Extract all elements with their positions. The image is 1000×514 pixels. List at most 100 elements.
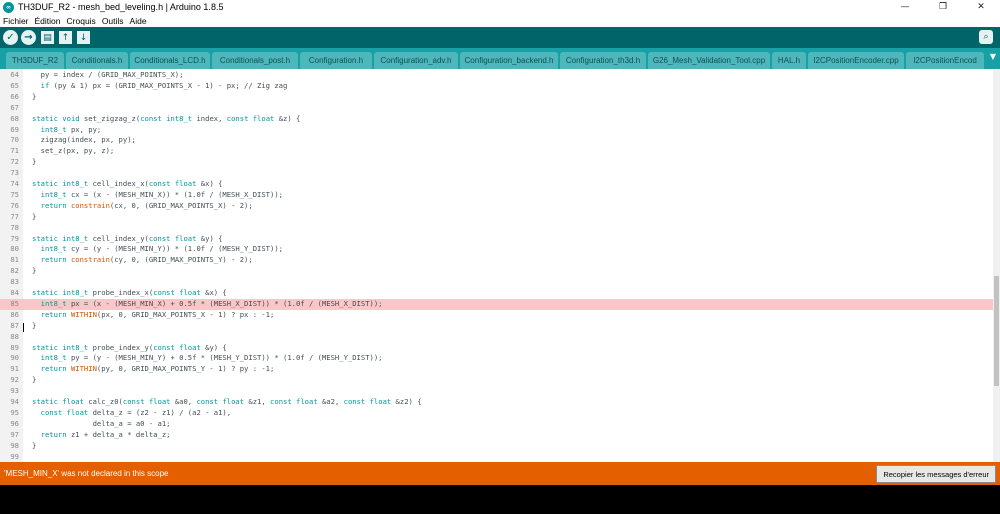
code-line[interactable]: 66} bbox=[0, 92, 993, 103]
line-number: 98 bbox=[10, 440, 19, 450]
serial-monitor-icon[interactable]: ⌕ bbox=[979, 30, 993, 44]
tab-configuration-adv-h[interactable]: Configuration_adv.h bbox=[374, 52, 458, 69]
title-bar: ∞ TH3DUF_R2 - mesh_bed_leveling.h | Ardu… bbox=[0, 0, 1000, 14]
tab-th3duf-r2[interactable]: TH3DUF_R2 bbox=[6, 52, 64, 69]
line-number: 95 bbox=[10, 407, 19, 417]
line-number: 94 bbox=[10, 397, 19, 406]
code-line[interactable]: 84 static int8_t probe_index_x(const floa… bbox=[0, 288, 993, 299]
line-number: 68 bbox=[10, 113, 19, 123]
code-line[interactable]: 69 int8_t px, py; bbox=[0, 125, 993, 136]
code-line[interactable]: 87} bbox=[0, 321, 993, 332]
code-line[interactable]: 71 set_z(px, py, z); bbox=[0, 146, 993, 157]
line-number: 93 bbox=[10, 386, 19, 396]
scrollbar-thumb[interactable] bbox=[994, 276, 999, 386]
code-line[interactable]: 65 if (py & 1) px = (GRID_MAX_POINTS_X -… bbox=[0, 81, 993, 92]
code-line[interactable]: 99 bbox=[0, 452, 993, 463]
tab-configuration-backend-h[interactable]: Configuration_backend.h bbox=[460, 52, 558, 69]
copy-error-messages-button[interactable]: Recopier les messages d'erreur bbox=[876, 465, 996, 483]
menu-outils[interactable]: Outils bbox=[99, 16, 127, 26]
menu-fichier[interactable]: Fichier bbox=[0, 16, 32, 26]
code-line[interactable]: 85 int8_t px = (x - (MESH_MIN_X) + 0.5f … bbox=[0, 298, 993, 310]
line-number: 69 bbox=[10, 124, 19, 134]
code-line[interactable]: 64 py = index / (GRID_MAX_POINTS_X); bbox=[0, 70, 993, 81]
line-number: 72 bbox=[10, 157, 19, 167]
code-line[interactable]: 88 bbox=[0, 332, 993, 343]
line-number: 78 bbox=[10, 222, 19, 232]
code-line[interactable]: 95 const float delta_z = (z2 - z1) / (a2… bbox=[0, 408, 993, 419]
code-line[interactable]: 81 return constrain(cy, 0, (GRID_MAX_POI… bbox=[0, 255, 993, 266]
line-number: 71 bbox=[10, 146, 19, 156]
code-line[interactable]: 89 static int8_t probe_index_y(const floa… bbox=[0, 343, 993, 354]
code-text: return constrain(cy, 0, (GRID_MAX_POINTS… bbox=[40, 255, 253, 265]
window-title: TH3DUF_R2 - mesh_bed_leveling.h | Arduin… bbox=[18, 2, 224, 12]
code-line[interactable]: 67 bbox=[0, 103, 993, 114]
upload-arrow-icon[interactable]: → bbox=[21, 30, 36, 45]
code-line[interactable]: 80 int8_t cy = (y - (MESH_MIN_Y)) * (1.0… bbox=[0, 244, 993, 255]
minimize-icon[interactable]: — bbox=[886, 0, 924, 14]
verify-check-icon[interactable]: ✓ bbox=[3, 30, 18, 45]
code-line[interactable]: 94 static float calc_z0(const float &a0, … bbox=[0, 397, 993, 408]
tab-menu-arrow-icon[interactable]: ▼ bbox=[990, 52, 996, 61]
line-number: 90 bbox=[10, 353, 19, 363]
line-number: 97 bbox=[10, 429, 19, 439]
tab-conditionals-post-h[interactable]: Conditionals_post.h bbox=[212, 52, 298, 69]
code-line[interactable]: 68 static void set_zigzag_z(const int8_t … bbox=[0, 114, 993, 125]
line-number: 77 bbox=[10, 211, 19, 221]
tab-i2cpositionencod[interactable]: I2CPositionEncod bbox=[906, 52, 984, 69]
code-line[interactable]: 78 bbox=[0, 223, 993, 234]
tab-i2cpositionencoder-cpp[interactable]: I2CPositionEncoder.cpp bbox=[808, 52, 904, 69]
code-editor[interactable]: 64 py = index / (GRID_MAX_POINTS_X); 65 i… bbox=[0, 69, 993, 462]
menu-aide[interactable]: Aide bbox=[127, 16, 150, 26]
code-text: } bbox=[32, 211, 37, 221]
code-line[interactable]: 73 bbox=[0, 168, 993, 179]
code-line[interactable]: 79 static int8_t cell_index_y(const float… bbox=[0, 234, 993, 245]
code-line[interactable]: 97 return z1 + delta_a * delta_z; bbox=[0, 430, 993, 441]
new-file-icon[interactable]: ▤ bbox=[41, 31, 54, 44]
close-icon[interactable]: ✕ bbox=[962, 0, 1000, 14]
code-text: } bbox=[32, 91, 37, 101]
menu-croquis[interactable]: Croquis bbox=[64, 16, 99, 26]
open-up-arrow-icon[interactable]: ↑ bbox=[59, 31, 72, 44]
line-number: 99 bbox=[10, 451, 19, 461]
menu-edition[interactable]: Édition bbox=[32, 16, 64, 26]
vertical-scrollbar[interactable] bbox=[993, 69, 1000, 462]
code-line[interactable]: 83 bbox=[0, 277, 993, 288]
code-text: static int8_t probe_index_y(const float … bbox=[32, 342, 227, 352]
code-line[interactable]: 86 return WITHIN(px, 0, GRID_MAX_POINTS_… bbox=[0, 310, 993, 321]
code-line[interactable]: 75 int8_t cx = (x - (MESH_MIN_X)) * (1.0… bbox=[0, 190, 993, 201]
line-number: 80 bbox=[10, 244, 19, 254]
code-line[interactable]: 96 delta_a = a0 - a1; bbox=[0, 419, 993, 430]
save-down-arrow-icon[interactable]: ↓ bbox=[77, 31, 90, 44]
code-line[interactable]: 82} bbox=[0, 266, 993, 277]
tab-conditionals-h[interactable]: Conditionals.h bbox=[66, 52, 128, 69]
line-number: 84 bbox=[10, 288, 19, 297]
code-line[interactable]: 93 bbox=[0, 386, 993, 397]
line-number: 91 bbox=[10, 364, 19, 374]
code-text: return constrain(cx, 0, (GRID_MAX_POINTS… bbox=[40, 200, 253, 210]
error-message: 'MESH_MIN_X' was not declared in this sc… bbox=[4, 469, 169, 478]
code-text: set_z(px, py, z); bbox=[32, 146, 115, 156]
code-line[interactable]: 92} bbox=[0, 375, 993, 386]
code-line[interactable]: 74 static int8_t cell_index_x(const float… bbox=[0, 179, 993, 190]
tab-conditionals-lcd-h[interactable]: Conditionals_LCD.h bbox=[130, 52, 210, 69]
arduino-logo-icon: ∞ bbox=[3, 1, 14, 13]
line-number: 76 bbox=[10, 200, 19, 210]
tab-configuration-th3d-h[interactable]: Configuration_th3d.h bbox=[560, 52, 646, 69]
line-number: 70 bbox=[10, 135, 19, 145]
code-line[interactable]: 76 return constrain(cx, 0, (GRID_MAX_POI… bbox=[0, 201, 993, 212]
line-number: 79 bbox=[10, 233, 19, 243]
maximize-icon[interactable]: ❐ bbox=[924, 0, 962, 14]
tab-configuration-h[interactable]: Configuration.h bbox=[300, 52, 372, 69]
code-line[interactable]: 70 zigzag(index, px, py); bbox=[0, 135, 993, 146]
code-line[interactable]: 72} bbox=[0, 157, 993, 168]
code-text: static int8_t cell_index_x(const float &… bbox=[32, 179, 223, 188]
tab-g26-mesh-validation-tool-cpp[interactable]: G26_Mesh_Validation_Tool.cpp bbox=[648, 52, 770, 69]
code-text: if (py & 1) px = (GRID_MAX_POINTS_X - 1)… bbox=[40, 80, 288, 90]
code-line[interactable]: 98} bbox=[0, 441, 993, 452]
code-line[interactable]: 91 return WITHIN(py, 0, GRID_MAX_POINTS_… bbox=[0, 364, 993, 375]
line-number: 87 bbox=[10, 320, 19, 330]
console-output[interactable] bbox=[0, 485, 1000, 514]
code-line[interactable]: 77} bbox=[0, 212, 993, 223]
tab-hal-h[interactable]: HAL.h bbox=[772, 52, 806, 69]
code-line[interactable]: 90 int8_t py = (y - (MESH_MIN_Y) + 0.5f … bbox=[0, 353, 993, 364]
